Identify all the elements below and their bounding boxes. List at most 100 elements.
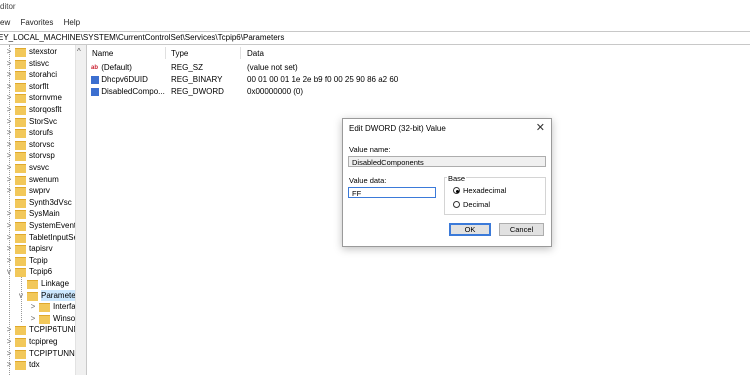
tree-item-label: Tcpip6 <box>29 267 53 277</box>
menu-view[interactable]: ew <box>0 18 10 27</box>
chevron-right-icon[interactable]: > <box>29 301 37 312</box>
folder-icon <box>15 129 26 139</box>
value-row[interactable]: Dhcpv6DUID <box>91 74 148 86</box>
tree-item-label: tcpipreg <box>29 337 58 346</box>
tree-item[interactable]: > storqosflt <box>0 104 75 115</box>
value-row[interactable]: DisabledCompo... <box>91 86 165 98</box>
cancel-button[interactable]: Cancel <box>499 223 544 236</box>
folder-icon <box>15 164 26 173</box>
tree-item-label: Tcpip <box>29 255 48 265</box>
value-data-input[interactable]: FF <box>348 187 436 198</box>
folder-icon <box>15 187 26 197</box>
tree-item-label: Linkage <box>41 279 70 288</box>
tree-item-label: storvsc <box>29 139 55 149</box>
value-name-label: Value name: <box>349 145 391 154</box>
column-header-type[interactable]: Type <box>171 48 188 60</box>
decimal-radio[interactable] <box>453 201 460 208</box>
tree-item-label: storqosflt <box>29 105 62 114</box>
folder-icon <box>15 210 26 220</box>
tree-item-label: TabletInputSer <box>29 232 81 242</box>
folder-icon <box>15 175 26 185</box>
hexadecimal-label[interactable]: Hexadecimal <box>463 186 506 195</box>
binary-value-icon <box>91 75 99 84</box>
folder-icon <box>39 314 50 324</box>
tree-item[interactable]: > storufs <box>0 127 75 139</box>
tree-item[interactable]: > storvsp <box>0 150 75 162</box>
tree-item[interactable]: > svsvc <box>0 162 75 173</box>
column-divider[interactable] <box>165 47 166 59</box>
tree-guide-line <box>21 277 22 322</box>
tree-item[interactable]: > storvsc <box>0 139 75 150</box>
value-data: 0x00000000 (0) <box>247 87 304 96</box>
dialog-title: Edit DWORD (32-bit) Value <box>349 124 446 133</box>
tree-item[interactable]: Linkage <box>0 278 75 289</box>
tree-item[interactable]: v Tcpip6 <box>0 266 75 278</box>
tree-item[interactable]: > TCPIP6TUNNE <box>0 324 85 336</box>
folder-icon <box>15 117 26 127</box>
column-header-name[interactable]: Name <box>92 48 113 60</box>
tree-item[interactable]: > swenum <box>0 174 75 185</box>
tree-item[interactable]: > Tcpip <box>0 255 75 266</box>
value-data: 00 01 00 01 1e 2e b9 f0 00 25 90 86 a2 6… <box>247 75 399 84</box>
folder-icon <box>27 280 38 289</box>
scroll-up-icon[interactable]: ^ <box>77 47 81 56</box>
tree-item[interactable]: v Parameters <box>0 289 83 301</box>
ok-button[interactable]: OK <box>449 223 491 236</box>
tree-item[interactable]: > storahci <box>0 69 75 81</box>
tree-item[interactable]: > tcpipreg <box>0 336 75 347</box>
folder-icon <box>15 48 26 57</box>
tree-scrollbar[interactable]: ^ <box>75 45 86 375</box>
tree-item-label: storvsp <box>29 151 55 161</box>
registry-tree[interactable]: > stexstor > stisvc > storahci > storflt > stornv… <box>0 45 87 375</box>
close-icon[interactable]: ✕ <box>536 121 545 134</box>
folder-icon <box>15 256 26 266</box>
tree-item[interactable]: > swprv <box>0 185 75 197</box>
tree-item[interactable]: > Winsock <box>0 313 83 324</box>
tree-item-label: StorSvc <box>29 116 58 126</box>
binary-value-icon <box>91 87 99 96</box>
value-row[interactable]: ab (Default) <box>91 62 132 74</box>
tree-item-label: Synth3dVsc <box>29 197 72 207</box>
folder-icon <box>15 106 26 115</box>
menu-favorites[interactable]: Favorites <box>20 18 53 27</box>
hexadecimal-radio[interactable] <box>453 187 460 194</box>
column-divider[interactable] <box>240 47 241 59</box>
tree-item[interactable]: > storflt <box>0 81 75 92</box>
folder-icon <box>15 361 26 371</box>
tree-item-label: storufs <box>29 128 54 138</box>
folder-icon <box>15 94 26 104</box>
tree-item-label: storahci <box>29 70 58 80</box>
folder-icon <box>15 71 26 81</box>
decimal-label[interactable]: Decimal <box>463 200 490 209</box>
tree-item[interactable]: > Interface <box>0 301 84 313</box>
folder-icon <box>15 349 26 359</box>
value-type: REG_BINARY <box>171 75 223 84</box>
tree-item-label: stisvc <box>29 58 49 68</box>
tree-item[interactable]: > stexstor <box>0 46 75 57</box>
tree-item[interactable]: > stornvme <box>0 92 75 104</box>
folder-icon <box>15 222 26 231</box>
menu-help[interactable]: Help <box>64 18 80 27</box>
chevron-right-icon[interactable]: > <box>29 313 37 324</box>
folder-icon <box>15 152 26 162</box>
tree-item[interactable]: > TabletInputSer <box>0 232 81 243</box>
tree-item-label: tdx <box>29 360 40 370</box>
value-data: (value not set) <box>247 63 298 72</box>
tree-item[interactable]: > SysMain <box>0 208 75 220</box>
tree-item[interactable]: > TCPIPTUNNEL <box>0 348 85 359</box>
tree-item-label: swenum <box>29 174 59 184</box>
tree-item[interactable]: > tdx <box>0 359 75 371</box>
column-header-data[interactable]: Data <box>247 48 264 60</box>
tree-item[interactable]: > tapisrv <box>0 243 75 255</box>
tree-item[interactable]: Synth3dVsc <box>0 197 75 208</box>
folder-icon <box>15 59 26 69</box>
tree-item-label: tapisrv <box>29 244 53 254</box>
tree-item[interactable]: > StorSvc <box>0 116 75 127</box>
tree-item[interactable]: > stisvc <box>0 58 75 69</box>
tree-guide-line <box>9 45 10 375</box>
folder-icon <box>39 303 50 313</box>
tree-item[interactable]: > SystemEventsB <box>0 220 85 231</box>
address-bar[interactable]: EY_LOCAL_MACHINE\SYSTEM\CurrentControlSe… <box>0 31 750 45</box>
value-data-label: Value data: <box>349 176 387 185</box>
edit-dword-dialog: Edit DWORD (32-bit) Value ✕ Value name: … <box>342 118 552 247</box>
